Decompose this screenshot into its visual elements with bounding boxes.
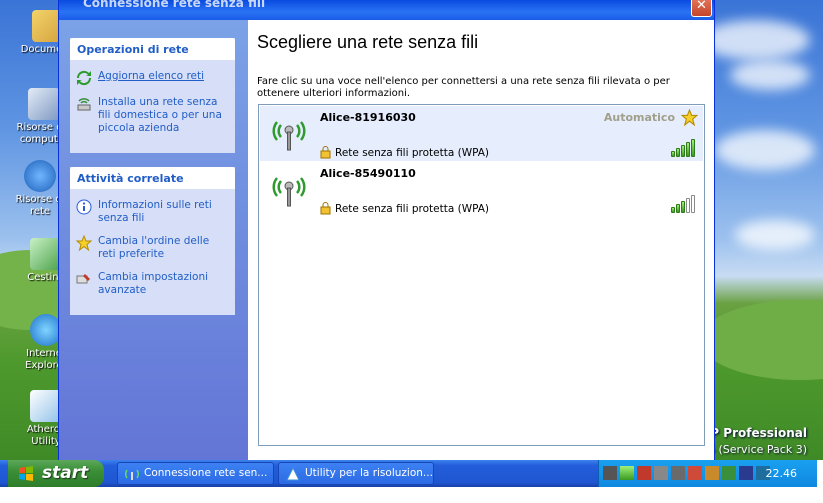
atheros-icon xyxy=(286,467,300,481)
lock-icon xyxy=(320,146,331,159)
taskbar-button-atheros[interactable]: Utility per la risoluzion... xyxy=(278,462,434,485)
update-icon[interactable] xyxy=(722,466,736,480)
info-icon xyxy=(76,199,92,215)
signal-tray-icon[interactable] xyxy=(620,466,634,480)
network-item[interactable]: Alice-85490110 Rete senza fili protetta … xyxy=(260,162,703,217)
device-icon[interactable] xyxy=(739,466,753,480)
setup-wireless-icon xyxy=(76,96,92,112)
wireless-antenna-icon xyxy=(272,177,306,207)
page-description: Fare clic su una voce nell'elenco per co… xyxy=(257,76,670,99)
network-ssid: Alice-85490110 xyxy=(320,167,416,180)
close-button[interactable]: ✕ xyxy=(691,0,712,17)
refresh-network-list-link[interactable]: Aggiorna elenco reti xyxy=(76,70,229,86)
volume-icon[interactable] xyxy=(654,466,668,480)
clock[interactable]: 22.46 xyxy=(766,467,798,480)
taskbar-button-wireless[interactable]: Connessione rete sen... xyxy=(117,462,274,485)
advanced-settings-link[interactable]: Cambia impostazioni avanzate xyxy=(76,271,229,297)
windows-flag-icon xyxy=(19,466,33,481)
network-ssid: Alice-81916030 xyxy=(320,111,416,124)
security-alert-icon[interactable] xyxy=(688,466,702,480)
tools-icon[interactable] xyxy=(705,466,719,480)
related-tasks-header[interactable]: Attività correlate xyxy=(70,167,235,189)
wireless-info-link[interactable]: Informazioni sulle reti senza fili xyxy=(76,199,229,225)
network-list[interactable]: Alice-81916030 Automatico Rete senza fil… xyxy=(258,104,705,446)
settings-icon xyxy=(76,271,92,287)
signal-strength xyxy=(671,193,695,213)
signal-strength xyxy=(671,137,695,157)
network-item[interactable]: Alice-81916030 Automatico Rete senza fil… xyxy=(260,106,703,161)
network-disconnected-icon[interactable] xyxy=(603,466,617,480)
wifi-status-icon[interactable] xyxy=(637,466,651,480)
taskbar: start Connessione rete sen... Utility pe… xyxy=(0,460,817,487)
network-places-icon xyxy=(24,160,56,192)
wireless-connection-window: Connessione rete senza fili ✕ Operazioni… xyxy=(58,0,715,460)
my-computer-icon xyxy=(28,88,60,120)
start-button[interactable]: start xyxy=(8,460,104,487)
preferred-star-icon xyxy=(681,109,698,126)
refresh-icon xyxy=(76,70,92,86)
network-tasks-header[interactable]: Operazioni di rete xyxy=(70,38,235,60)
lock-icon xyxy=(320,202,331,215)
network-security: Rete senza fili protetta (WPA) xyxy=(320,202,489,215)
wireless-antenna-icon xyxy=(272,121,306,151)
close-icon: ✕ xyxy=(696,0,707,13)
page-title: Scegliere una rete senza fili xyxy=(257,32,479,52)
task-pane: Operazioni di rete Aggiorna elenco reti … xyxy=(59,20,248,460)
main-panel: Scegliere una rete senza fili Fare clic … xyxy=(248,20,714,460)
setup-wireless-network-link[interactable]: Installa una rete senza fili domestica o… xyxy=(76,96,229,135)
titlebar[interactable]: Connessione rete senza fili ✕ xyxy=(59,0,714,20)
network-security: Rete senza fili protetta (WPA) xyxy=(320,146,489,159)
wireless-icon xyxy=(125,469,139,480)
network-tasks-box: Operazioni di rete Aggiorna elenco reti … xyxy=(70,38,235,153)
related-tasks-box: Attività correlate Informazioni sulle re… xyxy=(70,167,235,315)
window-title: Connessione rete senza fili xyxy=(83,0,266,10)
star-icon xyxy=(76,235,92,251)
display-icon[interactable] xyxy=(671,466,685,480)
network-status: Automatico xyxy=(603,111,675,124)
change-preferred-order-link[interactable]: Cambia l'ordine delle reti preferite xyxy=(76,235,229,261)
system-tray: 22.46 xyxy=(598,460,817,487)
